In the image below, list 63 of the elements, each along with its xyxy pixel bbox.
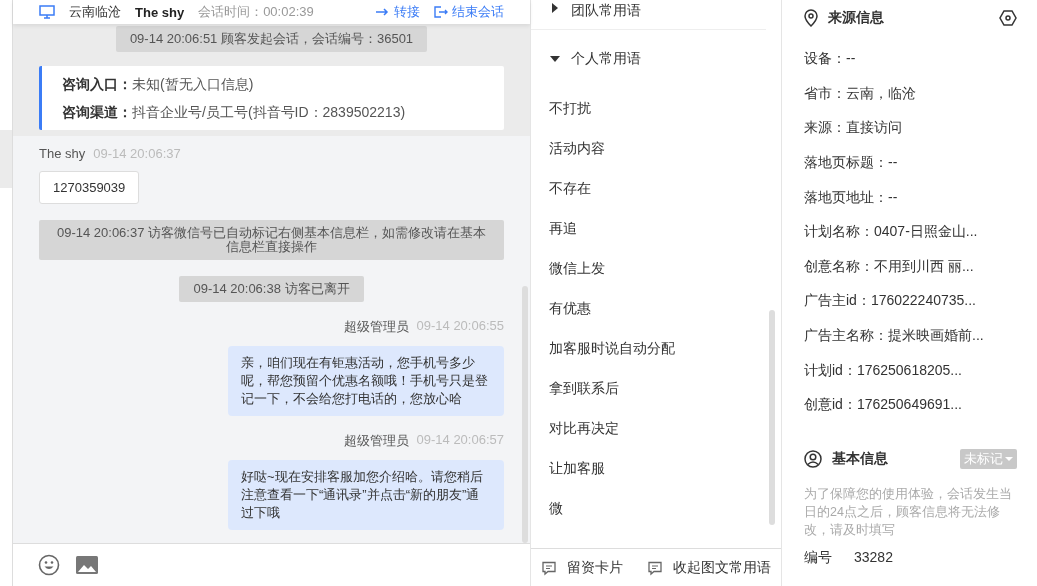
source-field: 创意名称：不用到川西 丽... [804, 257, 974, 276]
collapse-phrases-button[interactable]: 收起图文常用语 [647, 558, 771, 577]
image-icon[interactable] [76, 555, 98, 575]
phrase-item[interactable]: 拿到联系后 [549, 380, 619, 398]
message-time: 09-14 20:06:57 [416, 432, 504, 449]
emoji-icon[interactable] [38, 554, 60, 576]
system-message: 09-14 20:06:38 访客已离开 [179, 276, 364, 302]
visitor-name: The shy [135, 4, 185, 20]
phrase-item[interactable]: 有优惠 [549, 300, 591, 318]
phrase-item[interactable]: 活动内容 [549, 140, 605, 158]
sender-name: The shy [39, 146, 86, 161]
group-title[interactable]: 团队常用语 [571, 2, 641, 20]
phrase-item[interactable]: 让加客服 [549, 460, 605, 478]
transfer-link[interactable]: 转接 [376, 3, 420, 21]
phrase-item[interactable]: 再追 [549, 220, 577, 238]
source-field: 设备：-- [804, 50, 856, 69]
source-field: 落地页地址：-- [804, 188, 898, 207]
user-icon [804, 449, 822, 468]
message-bubble: 1270359039 [39, 171, 140, 204]
scrollbar[interactable] [522, 286, 528, 543]
comment-icon [541, 559, 557, 576]
phrase-item[interactable]: 微信上发 [549, 260, 605, 278]
system-message: 09-14 20:06:37 访客微信号已自动标记右侧基本信息栏，如需修改请在基本信息栏直接操作 [39, 220, 504, 260]
source-field: 广告主id：176022240735... [804, 292, 976, 311]
location-pin-icon [804, 9, 818, 27]
end-session-link[interactable]: 结束会话 [434, 3, 504, 21]
message-time: 09-14 20:06:55 [416, 318, 504, 335]
settings-icon[interactable] [999, 10, 1017, 26]
sender-name: 超级管理员 [343, 432, 409, 450]
notice-text: 为了保障您的使用体验，会话发生当日的24点之后，顾客信息将无法修改，请及时填写 [804, 485, 1013, 539]
source-field: 来源：直接访问 [804, 119, 902, 138]
phrase-item[interactable]: 对比再决定 [549, 420, 619, 438]
source-field: 计划名称：0407-日照金山... [804, 223, 978, 242]
visitor-location: 云南临沧 [69, 3, 121, 21]
caret-icon [1005, 455, 1013, 462]
lead-card-button[interactable]: 留资卡片 [541, 558, 623, 577]
arrow-right-icon [376, 7, 390, 17]
source-field: 落地页标题：-- [804, 154, 898, 173]
source-field: 省市：云南，临沧 [804, 84, 916, 103]
message-bubble: 好哒~现在安排客服加您介绍哈。请您稍后注意查看一下“通讯录”并点击“新的朋友”通过下哦 [228, 460, 504, 530]
scrollbar[interactable] [769, 310, 775, 525]
section-title: 来源信息 [828, 9, 884, 27]
phrase-item[interactable]: 加客服时说自动分配 [549, 340, 675, 358]
section-title: 基本信息 [832, 449, 888, 468]
exit-icon [434, 6, 448, 18]
monitor-icon [39, 5, 55, 19]
info-row-text: 咨询入口：未知(暂无入口信息) [62, 75, 255, 94]
comment-icon [647, 559, 663, 576]
field-value: 33282 [854, 548, 893, 567]
message-bubble: 亲，咱们现在有钜惠活动，您手机号多少呢，帮您预留个优惠名额哦！手机号只是登记一下，不会给您打电话的，您放心哈 [228, 346, 504, 416]
phrase-item[interactable]: 不存在 [549, 180, 591, 198]
sender-name: 超级管理员 [343, 318, 409, 336]
system-message: 09-14 20:06:51 顾客发起会话，会话编号：36501 [115, 26, 428, 52]
phrase-item[interactable]: 不打扰 [549, 100, 591, 118]
field-label: 编号 [804, 548, 832, 567]
phrase-item[interactable]: 微 [549, 500, 563, 518]
info-row-text: 咨询渠道：抖音企业号/员工号(抖音号ID：2839502213) [62, 103, 407, 122]
source-field: 创意id：176250649691... [804, 396, 962, 415]
message-time: 09-14 20:06:37 [93, 146, 181, 161]
source-field: 广告主名称：提米映画婚前... [804, 327, 984, 346]
session-duration: 会话时间：00:02:39 [198, 3, 314, 21]
group-title[interactable]: 个人常用语 [571, 50, 641, 68]
source-field: 计划id：176250618205... [804, 361, 962, 380]
